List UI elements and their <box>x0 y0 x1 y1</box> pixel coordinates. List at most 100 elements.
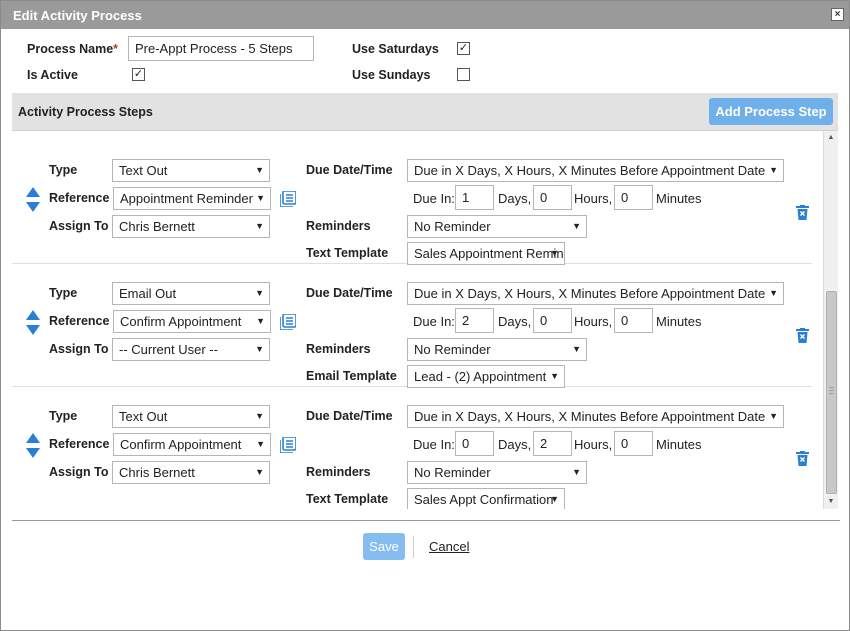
minutes-label: Minutes <box>656 437 702 452</box>
template-label: Text Template <box>306 492 389 506</box>
steps-title: Activity Process Steps <box>18 105 153 119</box>
trash-icon[interactable] <box>796 451 809 466</box>
chevron-down-icon: ▼ <box>255 221 264 231</box>
required-marker: * <box>113 42 119 56</box>
template-select[interactable]: Lead - (2) Appointment ▼ <box>407 365 565 388</box>
chevron-down-icon: ▼ <box>256 316 265 326</box>
due-days-input[interactable]: 1 <box>455 185 494 210</box>
reminders-label: Reminders <box>306 219 371 233</box>
scroll-down-arrow-icon[interactable]: ▼ <box>824 495 838 509</box>
reorder-arrows-icon[interactable] <box>26 187 40 213</box>
chevron-down-icon: ▼ <box>572 344 581 354</box>
assign-to-select[interactable]: Chris Bernett ▼ <box>112 461 270 484</box>
due-date-time-label: Due Date/Time <box>306 409 393 423</box>
trash-icon[interactable] <box>796 205 809 220</box>
hours-label: Hours, <box>574 437 613 452</box>
chevron-down-icon: ▼ <box>550 248 559 258</box>
due-hours-input[interactable]: 0 <box>533 308 572 333</box>
use-saturdays-label: Use Saturdays <box>352 42 439 56</box>
reference-select[interactable]: Confirm Appointment ▼ <box>113 310 271 333</box>
hours-label: Hours, <box>574 191 613 206</box>
type-label: Type <box>49 163 78 177</box>
list-icon[interactable] <box>280 437 296 453</box>
days-label: Days, <box>498 314 532 329</box>
due-date-time-label: Due Date/Time <box>306 163 393 177</box>
assign-to-label: Assign To <box>49 219 109 233</box>
due-minutes-input[interactable]: 0 <box>614 431 653 456</box>
type-select[interactable]: Text Out ▼ <box>112 405 270 428</box>
is-active-checkbox[interactable]: ✓ <box>132 68 145 81</box>
due-in-label: Due In: <box>413 191 455 206</box>
reference-select[interactable]: Confirm Appointment ▼ <box>113 433 271 456</box>
assign-to-select[interactable]: -- Current User -- ▼ <box>112 338 270 361</box>
due-date-time-select[interactable]: Due in X Days, X Hours, X Minutes Before… <box>407 405 784 428</box>
reminders-label: Reminders <box>306 342 371 356</box>
due-in-label: Due In: <box>413 437 455 452</box>
reminders-select[interactable]: No Reminder ▼ <box>407 338 587 361</box>
due-hours-input[interactable]: 0 <box>533 185 572 210</box>
dialog-title: Edit Activity Process <box>13 8 142 23</box>
type-select[interactable]: Text Out ▼ <box>112 159 270 182</box>
save-button[interactable]: Save <box>363 533 405 560</box>
minutes-label: Minutes <box>656 191 702 206</box>
steps-scrollbar[interactable]: ▲ – – – ▼ <box>823 131 838 509</box>
chevron-down-icon: ▼ <box>256 439 265 449</box>
due-minutes-input[interactable]: 0 <box>614 308 653 333</box>
chevron-down-icon: ▼ <box>769 411 778 421</box>
chevron-down-icon: ▼ <box>550 371 559 381</box>
process-name-label: Process Name* <box>27 42 119 56</box>
days-label: Days, <box>498 191 532 206</box>
use-sundays-checkbox[interactable] <box>457 68 470 81</box>
steps-list: Type Text Out ▼ Reference Appointment Rem… <box>12 131 838 509</box>
process-name-input[interactable] <box>128 36 314 61</box>
template-select[interactable]: Sales Appt Confirmation ▼ <box>407 488 565 509</box>
hours-label: Hours, <box>574 314 613 329</box>
chevron-down-icon: ▼ <box>572 467 581 477</box>
list-icon[interactable] <box>280 314 296 330</box>
process-step-2: Type Email Out ▼ Reference Confirm Appoin… <box>12 264 812 388</box>
chevron-down-icon: ▼ <box>550 494 559 504</box>
reorder-arrows-icon[interactable] <box>26 433 40 459</box>
chevron-down-icon: ▼ <box>255 165 264 175</box>
close-button[interactable]: × <box>831 8 844 21</box>
dialog-titlebar: Edit Activity Process <box>1 1 849 29</box>
chevron-down-icon: ▼ <box>255 344 264 354</box>
reorder-arrows-icon[interactable] <box>26 310 40 336</box>
due-days-input[interactable]: 2 <box>455 308 494 333</box>
chevron-down-icon: ▼ <box>572 221 581 231</box>
reminders-label: Reminders <box>306 465 371 479</box>
footer-divider <box>12 520 840 521</box>
use-sundays-label: Use Sundays <box>352 68 431 82</box>
type-label: Type <box>49 409 78 423</box>
reminders-select[interactable]: No Reminder ▼ <box>407 461 587 484</box>
due-days-input[interactable]: 0 <box>455 431 494 456</box>
due-date-time-select[interactable]: Due in X Days, X Hours, X Minutes Before… <box>407 282 784 305</box>
list-icon[interactable] <box>280 191 296 207</box>
steps-header: Activity Process Steps Add Process Step <box>12 93 838 131</box>
scroll-up-arrow-icon[interactable]: ▲ <box>824 131 838 145</box>
scroll-grip-icon: – – – <box>829 383 834 398</box>
trash-icon[interactable] <box>796 328 809 343</box>
scroll-thumb[interactable]: – – – <box>826 291 837 494</box>
assign-to-select[interactable]: Chris Bernett ▼ <box>112 215 270 238</box>
chevron-down-icon: ▼ <box>255 467 264 477</box>
button-separator <box>413 536 414 558</box>
reference-label: Reference <box>49 191 110 205</box>
edit-activity-process-dialog: Edit Activity Process × Process Name* Is… <box>0 0 850 631</box>
assign-to-label: Assign To <box>49 465 109 479</box>
assign-to-label: Assign To <box>49 342 109 356</box>
due-minutes-input[interactable]: 0 <box>614 185 653 210</box>
type-select[interactable]: Email Out ▼ <box>112 282 270 305</box>
is-active-label: Is Active <box>27 68 78 82</box>
template-label: Email Template <box>306 369 397 383</box>
cancel-link[interactable]: Cancel <box>429 539 469 554</box>
use-saturdays-checkbox[interactable]: ✓ <box>457 42 470 55</box>
template-select[interactable]: Sales Appointment Reminder▼ <box>407 242 565 265</box>
reminders-select[interactable]: No Reminder ▼ <box>407 215 587 238</box>
due-hours-input[interactable]: 2 <box>533 431 572 456</box>
reference-select[interactable]: Appointment Reminder ▼ <box>113 187 271 210</box>
add-process-step-button[interactable]: Add Process Step <box>709 98 833 125</box>
chevron-down-icon: ▼ <box>769 165 778 175</box>
due-date-time-select[interactable]: Due in X Days, X Hours, X Minutes Before… <box>407 159 784 182</box>
process-step-3: Type Text Out ▼ Reference Confirm Appoint… <box>12 387 812 509</box>
